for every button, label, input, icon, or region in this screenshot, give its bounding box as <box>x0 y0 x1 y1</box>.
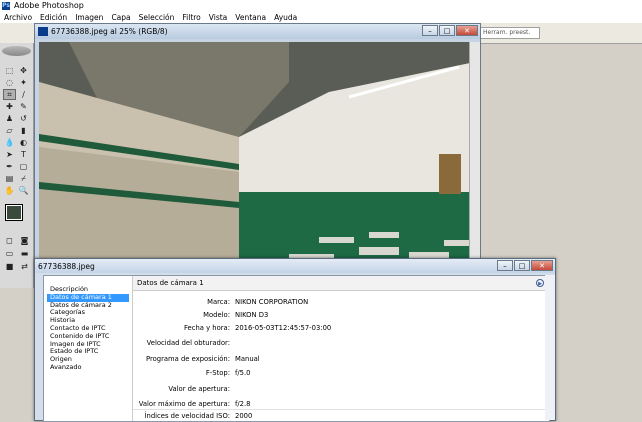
marquee-tool-icon[interactable]: ⬚ <box>3 65 16 76</box>
dialog-maximize-button[interactable]: □ <box>514 260 530 271</box>
field-row: Índices de velocidad ISO: 2000 <box>133 409 550 422</box>
document-window: 67736388.jpeg al 25% (RGB/8) – □ ✕ <box>34 23 481 275</box>
category-list: Descripción Datos de cámara 1 Datos de c… <box>47 285 129 421</box>
panel-header: Datos de cámara 1 ▶ <box>133 276 550 291</box>
field-value: 2000 <box>235 412 253 420</box>
field-row: Marca: NIKON CORPORATION <box>133 296 550 308</box>
history-brush-tool-icon[interactable]: ↺ <box>17 113 30 124</box>
screen-mode-standard-icon[interactable]: ▭ <box>3 248 16 259</box>
menu-capa[interactable]: Capa <box>107 13 134 22</box>
field-row: Velocidad del obturador: <box>133 337 550 349</box>
crop-tool-icon[interactable]: ⌗ <box>3 89 16 100</box>
field-row: Fecha y hora: 2016-05-03T12:45:57-03:00 <box>133 322 550 334</box>
classroom-photo <box>39 42 475 274</box>
lasso-tool-icon[interactable]: ◌ <box>3 77 16 88</box>
field-row: Programa de exposición: Manual <box>133 353 550 365</box>
field-label: Índices de velocidad ISO: <box>144 412 230 420</box>
dialog-minimize-button[interactable]: – <box>497 260 513 271</box>
panel-title: Datos de cámara 1 <box>137 279 204 287</box>
type-tool-icon[interactable]: T <box>17 149 30 160</box>
magic-wand-tool-icon[interactable]: ✦ <box>17 77 30 88</box>
field-value: 2016-05-03T12:45:57-03:00 <box>235 324 332 332</box>
eraser-tool-icon[interactable]: ▱ <box>3 125 16 136</box>
app-title: Adobe Photoshop <box>14 1 84 10</box>
document-icon <box>38 27 48 36</box>
field-row: Modelo: NIKON D3 <box>133 309 550 321</box>
foreground-color-swatch[interactable] <box>5 204 23 221</box>
category-avanzado[interactable]: Avanzado <box>47 363 129 372</box>
field-value: NIKON D3 <box>235 311 269 319</box>
jump-to-imageready-icon[interactable]: ⇄ <box>18 261 31 272</box>
standard-mode-icon[interactable]: ◻ <box>3 235 16 246</box>
file-info-title-bar: 67736388.jpeg – □ ✕ <box>35 259 555 273</box>
eyedropper-tool-icon[interactable]: ⌿ <box>17 173 30 184</box>
photoshop-logo-icon <box>2 46 31 56</box>
file-info-dialog: 67736388.jpeg – □ ✕ Descripción Datos de… <box>34 258 556 422</box>
menu-ayuda[interactable]: Ayuda <box>270 13 301 22</box>
field-row: F-Stop: f/5.0 <box>133 367 550 379</box>
slice-tool-icon[interactable]: ∕ <box>17 89 30 100</box>
menu-edicion[interactable]: Edición <box>36 13 71 22</box>
hand-tool-icon[interactable]: ✋ <box>3 185 16 196</box>
photoshop-app-icon: Ps <box>2 1 10 10</box>
dodge-tool-icon[interactable]: ◐ <box>17 137 30 148</box>
document-title: 67736388.jpeg al 25% (RGB/8) <box>51 27 168 36</box>
field-label: Valor de apertura: <box>168 385 230 393</box>
menu-vista[interactable]: Vista <box>205 13 232 22</box>
clone-stamp-tool-icon[interactable]: ♟ <box>3 113 16 124</box>
quick-mask-mode-icon[interactable]: ◙ <box>18 235 31 246</box>
menu-ventana[interactable]: Ventana <box>231 13 270 22</box>
field-label: Marca: <box>207 298 230 306</box>
shape-tool-icon[interactable]: ▢ <box>17 161 30 172</box>
dialog-close-button[interactable]: ✕ <box>531 260 553 271</box>
field-value: f/5.0 <box>235 369 251 377</box>
screen-mode-black-icon[interactable]: ■ <box>3 261 16 272</box>
brush-tool-icon[interactable]: ✎ <box>17 101 30 112</box>
file-info-content: Descripción Datos de cámara 1 Datos de c… <box>43 275 550 422</box>
minimize-button[interactable]: – <box>422 25 438 36</box>
field-label: Modelo: <box>203 311 230 319</box>
pen-tool-icon[interactable]: ✒ <box>3 161 16 172</box>
close-button[interactable]: ✕ <box>456 25 478 36</box>
menu-seleccion[interactable]: Selección <box>135 13 179 22</box>
screen-mode-full-icon[interactable]: ▬ <box>18 248 31 259</box>
healing-brush-tool-icon[interactable]: ✚ <box>3 101 16 112</box>
maximize-button[interactable]: □ <box>439 25 455 36</box>
menu-imagen[interactable]: Imagen <box>71 13 107 22</box>
blur-tool-icon[interactable]: 💧 <box>3 137 16 148</box>
dialog-scrollbar[interactable] <box>545 275 555 420</box>
field-row: Valor de apertura: <box>133 383 550 395</box>
document-scrollbar[interactable] <box>469 42 480 274</box>
document-title-bar: 67736388.jpeg al 25% (RGB/8) – □ ✕ <box>35 24 480 39</box>
palette-well-tab[interactable]: Herram. preest. <box>480 27 540 39</box>
field-label: Velocidad del obturador: <box>146 339 230 347</box>
app-title-bar: Ps Adobe Photoshop <box>0 0 642 11</box>
image-canvas[interactable] <box>39 42 475 274</box>
notes-tool-icon[interactable]: ▤ <box>3 173 16 184</box>
zoom-tool-icon[interactable]: 🔍 <box>17 185 30 196</box>
menu-filtro[interactable]: Filtro <box>178 13 204 22</box>
field-label: Fecha y hora: <box>184 324 230 332</box>
field-value: Manual <box>235 355 260 363</box>
file-info-title: 67736388.jpeg <box>38 261 95 271</box>
field-value: NIKON CORPORATION <box>235 298 309 306</box>
path-selection-tool-icon[interactable]: ➤ <box>3 149 16 160</box>
toolbox: ⬚ ✥ ◌ ✦ ⌗ ∕ ✚ ✎ ♟ ↺ ▱ ▮ 💧 ◐ ➤ T ✒ ▢ ▤ ⌿ … <box>0 43 34 288</box>
field-label: F-Stop: <box>205 369 230 377</box>
menu-archivo[interactable]: Archivo <box>0 13 36 22</box>
camera-data-panel: Datos de cámara 1 ▶ Marca: NIKON CORPORA… <box>132 276 550 421</box>
panel-menu-arrow-icon[interactable]: ▶ <box>536 279 544 287</box>
move-tool-icon[interactable]: ✥ <box>17 65 30 76</box>
gradient-tool-icon[interactable]: ▮ <box>17 125 30 136</box>
field-label: Programa de exposición: <box>145 355 230 363</box>
